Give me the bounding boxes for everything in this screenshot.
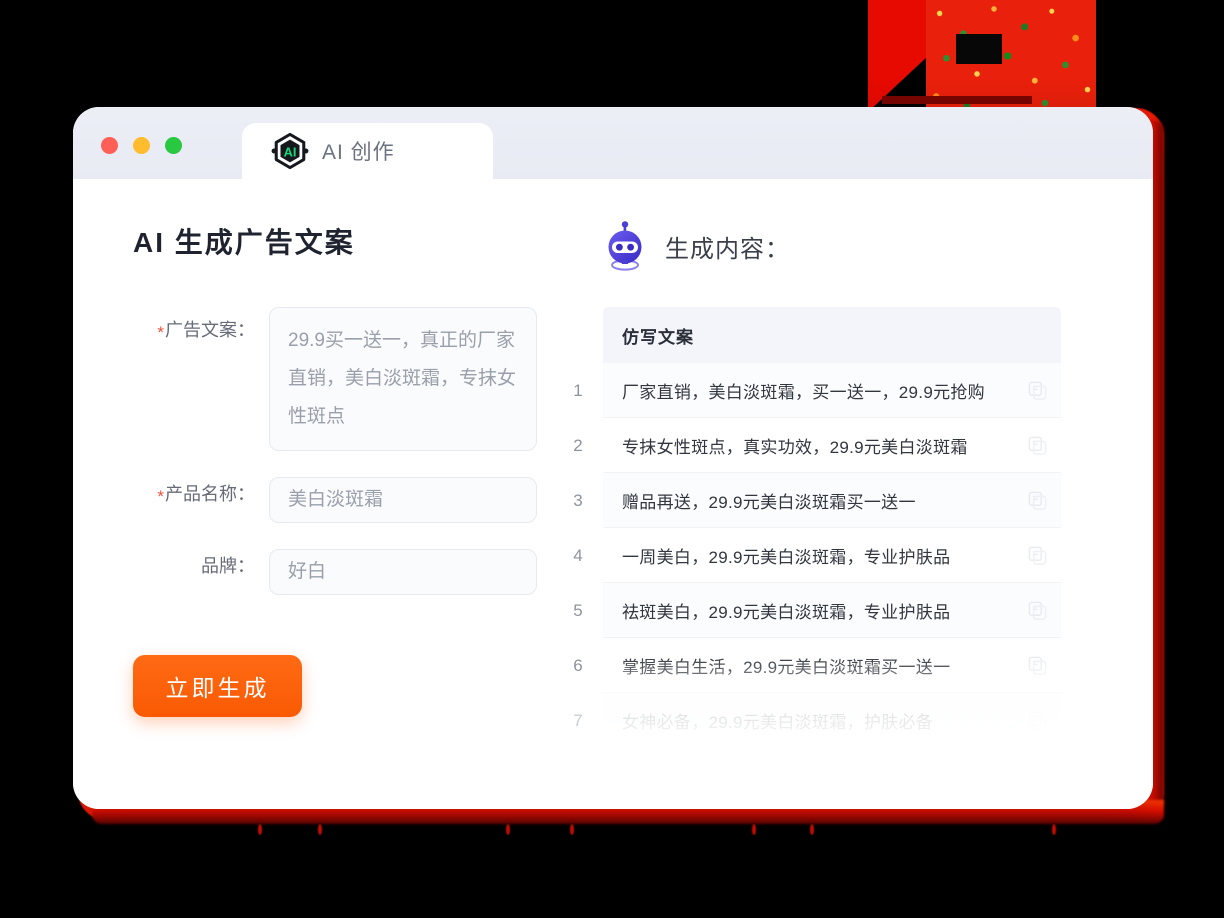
results-title: 生成内容： — [665, 235, 790, 263]
row-number: 1 — [573, 381, 583, 400]
robot-head-icon — [603, 221, 647, 271]
field-brand: 品牌： 好白 — [133, 549, 573, 595]
decorative-red-texture-graphic — [868, 0, 1096, 112]
halo-speck — [258, 824, 262, 835]
copy-icon[interactable] — [1028, 601, 1047, 620]
copy-icon[interactable] — [1028, 436, 1047, 455]
copy-icon[interactable] — [1028, 656, 1047, 675]
required-star-icon: * — [157, 323, 164, 342]
window-body: AI 生成广告文案 *广告文案： 29.9买一送一，真正的厂家直销，美白淡斑霜，… — [73, 179, 1153, 809]
screenshot-stage: AI AI 创作 AI 生成广告文案 *广告文案： 29.9买一送一，真正的厂家… — [0, 0, 1224, 918]
halo-speck — [570, 824, 574, 835]
row-number: 3 — [573, 491, 583, 510]
row-number: 5 — [573, 601, 583, 620]
ai-hexagon-logo-icon: AI — [271, 132, 309, 170]
page-title: AI 生成广告文案 — [133, 227, 355, 258]
row-text: 女神必备，29.9元美白淡斑霜，护肤必备 — [622, 712, 934, 732]
product-name-input[interactable]: 美白淡斑霜 — [269, 477, 537, 523]
field-label-ad-copy: *广告文案： — [157, 320, 255, 342]
results-table-header: 仿写文案 — [603, 307, 1061, 363]
row-text: 厂家直销，美白淡斑霜，买一送一，29.9元抢购 — [622, 382, 985, 402]
field-label-brand: 品牌： — [201, 556, 255, 576]
results-table-wrapper: 1 2 3 4 5 6 7 仿写文案 厂家直销，美白淡斑霜，买一送一，29.9元… — [573, 307, 1103, 748]
halo-speck — [318, 824, 322, 835]
field-product-name: *产品名称： 美白淡斑霜 — [133, 477, 573, 523]
row-number: 7 — [573, 711, 583, 730]
results-panel: 生成内容： 1 2 3 4 5 6 7 仿写文案 厂家直销，美白淡斑霜，买一送一… — [573, 179, 1153, 809]
halo-speck — [506, 824, 510, 835]
ad-copy-textarea[interactable]: 29.9买一送一，真正的厂家直销，美白淡斑霜，专抹女性斑点 — [269, 307, 537, 451]
close-window-button[interactable] — [101, 137, 118, 154]
copy-icon[interactable] — [1028, 381, 1047, 400]
row-number: 4 — [573, 546, 583, 565]
row-number: 6 — [573, 656, 583, 675]
row-number-column: 1 2 3 4 5 6 7 — [565, 363, 591, 748]
app-window: AI AI 创作 AI 生成广告文案 *广告文案： 29.9买一送一，真正的厂家… — [73, 107, 1153, 809]
copy-icon[interactable] — [1028, 546, 1047, 565]
halo-speck — [1052, 824, 1056, 835]
minimize-window-button[interactable] — [133, 137, 150, 154]
maximize-window-button[interactable] — [165, 137, 182, 154]
results-table: 仿写文案 厂家直销，美白淡斑霜，买一送一，29.9元抢购 专抹女性斑点，真实功效… — [603, 307, 1061, 748]
halo-speck — [752, 824, 756, 835]
table-row[interactable]: 女神必备，29.9元美白淡斑霜，护肤必备 — [603, 693, 1061, 748]
row-text: 专抹女性斑点，真实功效，29.9元美白淡斑霜 — [622, 437, 968, 457]
table-row[interactable]: 一周美白，29.9元美白淡斑霜，专业护肤品 — [603, 528, 1061, 583]
window-titlebar: AI AI 创作 — [73, 107, 1153, 179]
tab-ai-creation[interactable]: AI AI 创作 — [242, 123, 493, 179]
form-panel: AI 生成广告文案 *广告文案： 29.9买一送一，真正的厂家直销，美白淡斑霜，… — [73, 179, 573, 809]
table-row[interactable]: 掌握美白生活，29.9元美白淡斑霜买一送一 — [603, 638, 1061, 693]
copy-icon[interactable] — [1028, 491, 1047, 510]
field-ad-copy: *广告文案： 29.9买一送一，真正的厂家直销，美白淡斑霜，专抹女性斑点 — [133, 307, 573, 451]
row-text: 赠品再送，29.9元美白淡斑霜买一送一 — [622, 492, 916, 512]
tab-label: AI 创作 — [322, 141, 395, 164]
row-text: 掌握美白生活，29.9元美白淡斑霜买一送一 — [622, 657, 951, 677]
results-header: 生成内容： — [603, 221, 1103, 271]
svg-text:AI: AI — [284, 144, 297, 159]
decorative-notch — [956, 34, 1002, 64]
halo-speck — [810, 824, 814, 835]
brand-input[interactable]: 好白 — [269, 549, 537, 595]
field-label-product-name: *产品名称： — [157, 484, 255, 506]
decorative-bar — [882, 96, 1032, 104]
row-text: 一周美白，29.9元美白淡斑霜，专业护肤品 — [622, 547, 951, 567]
table-row[interactable]: 祛斑美白，29.9元美白淡斑霜，专业护肤品 — [603, 583, 1061, 638]
traffic-lights — [101, 137, 182, 154]
table-row[interactable]: 赠品再送，29.9元美白淡斑霜买一送一 — [603, 473, 1061, 528]
table-row[interactable]: 专抹女性斑点，真实功效，29.9元美白淡斑霜 — [603, 418, 1061, 473]
required-star-icon: * — [157, 487, 164, 506]
row-text: 祛斑美白，29.9元美白淡斑霜，专业护肤品 — [622, 602, 951, 622]
copy-icon[interactable] — [1028, 711, 1047, 730]
generate-button[interactable]: 立即生成 — [133, 655, 302, 717]
table-row[interactable]: 厂家直销，美白淡斑霜，买一送一，29.9元抢购 — [603, 363, 1061, 418]
row-number: 2 — [573, 436, 583, 455]
